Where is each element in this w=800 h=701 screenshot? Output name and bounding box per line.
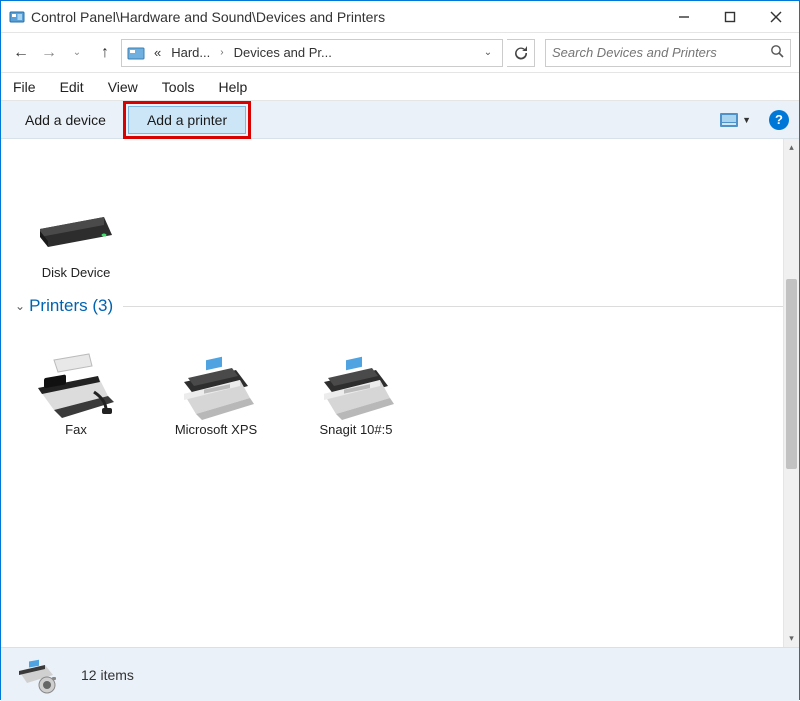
view-options-button[interactable]: ▼: [714, 109, 757, 131]
search-input[interactable]: [552, 45, 770, 60]
status-count: 12 items: [81, 667, 134, 683]
window-title: Control Panel\Hardware and Sound\Devices…: [31, 9, 661, 25]
disk-drive-icon: [34, 195, 118, 259]
address-dropdown[interactable]: ⌄: [478, 47, 498, 58]
breadcrumb-seg-hardware[interactable]: Hard...: [167, 43, 214, 62]
scroll-up-arrow[interactable]: ▴: [784, 139, 799, 156]
printers-section-header[interactable]: ⌄ Printers (3): [15, 290, 785, 322]
printer-label: Microsoft XPS: [161, 422, 271, 437]
titlebar: Control Panel\Hardware and Sound\Devices…: [1, 1, 799, 33]
printer-icon: [314, 352, 398, 416]
printer-label: Fax: [21, 422, 131, 437]
content-area: Disk Device ⌄ Printers (3): [1, 139, 799, 647]
search-box[interactable]: [545, 39, 791, 67]
window-controls: [661, 1, 799, 33]
help-button[interactable]: ?: [769, 110, 789, 130]
scroll-down-arrow[interactable]: ▾: [784, 630, 799, 647]
scroll-thumb[interactable]: [786, 279, 797, 469]
up-button[interactable]: ↑: [93, 41, 117, 65]
printer-xps[interactable]: Microsoft XPS: [161, 352, 271, 437]
menu-file[interactable]: File: [9, 77, 40, 97]
control-panel-icon: [9, 9, 25, 25]
forward-button[interactable]: →: [37, 41, 61, 65]
content-scroll[interactable]: Disk Device ⌄ Printers (3): [1, 139, 799, 647]
menu-help[interactable]: Help: [214, 77, 251, 97]
breadcrumb: « Hard... › Devices and Pr...: [150, 43, 474, 62]
fax-icon: [34, 352, 118, 416]
printer-snagit[interactable]: Snagit 10#:5: [301, 352, 411, 437]
minimize-button[interactable]: [661, 1, 707, 33]
statusbar: 12 items: [1, 647, 799, 701]
close-button[interactable]: [753, 1, 799, 33]
devices-printers-icon: [15, 655, 63, 695]
section-divider: [123, 306, 785, 307]
collapse-chevron-icon[interactable]: ⌄: [15, 299, 25, 313]
refresh-button[interactable]: [507, 39, 535, 67]
device-label: Disk Device: [21, 265, 131, 280]
navbar: ← → ⌄ ↑ « Hard... › Devices and Pr... ⌄: [1, 33, 799, 73]
menu-edit[interactable]: Edit: [56, 77, 88, 97]
device-disk[interactable]: Disk Device: [21, 195, 131, 280]
add-device-button[interactable]: Add a device: [11, 106, 120, 134]
printers-group: Fax Microsoft XPS: [15, 322, 785, 447]
printer-label: Snagit 10#:5: [301, 422, 411, 437]
add-printer-button[interactable]: Add a printer: [128, 106, 246, 134]
location-icon: [126, 43, 146, 63]
menu-view[interactable]: View: [104, 77, 142, 97]
printer-icon: [174, 352, 258, 416]
vertical-scrollbar[interactable]: ▴ ▾: [783, 139, 799, 647]
back-button[interactable]: ←: [9, 41, 33, 65]
breadcrumb-pre[interactable]: «: [150, 43, 165, 62]
search-icon[interactable]: [770, 44, 784, 61]
printer-fax[interactable]: Fax: [21, 352, 131, 437]
recent-dropdown[interactable]: ⌄: [65, 41, 89, 65]
maximize-button[interactable]: [707, 1, 753, 33]
devices-group: Disk Device: [15, 145, 785, 290]
breadcrumb-seg-devices[interactable]: Devices and Pr...: [230, 43, 336, 62]
section-title[interactable]: Printers (3): [29, 296, 113, 316]
chevron-down-icon: ▼: [742, 115, 751, 125]
menubar: File Edit View Tools Help: [1, 73, 799, 101]
toolbar: Add a device Add a printer ▼ ?: [1, 101, 799, 139]
address-bar[interactable]: « Hard... › Devices and Pr... ⌄: [121, 39, 503, 67]
menu-tools[interactable]: Tools: [158, 77, 199, 97]
chevron-right-icon: ›: [216, 45, 227, 60]
